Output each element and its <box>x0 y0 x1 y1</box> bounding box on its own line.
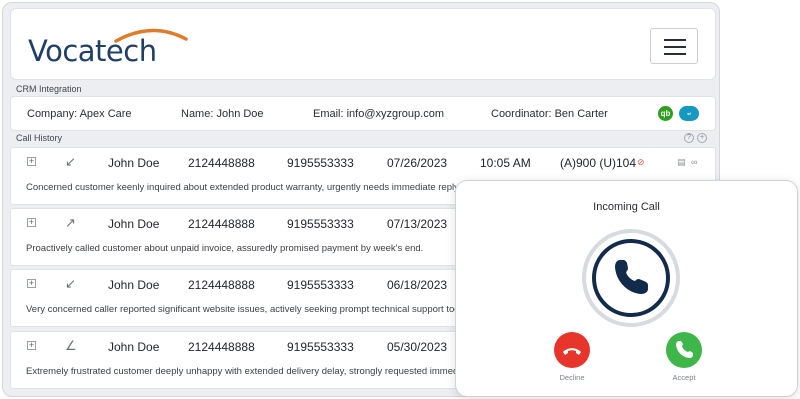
salesforce-icon[interactable]: sf <box>679 106 699 121</box>
crm-company: Company: Apex Care <box>27 108 132 120</box>
call-contact-name: John Doe <box>108 156 160 170</box>
expand-icon[interactable]: + <box>27 341 36 350</box>
expand-icon[interactable]: + <box>27 279 36 288</box>
decline-call-button[interactable] <box>554 332 590 368</box>
vocatech-logo[interactable]: Vocatech <box>28 27 198 71</box>
link-icon[interactable]: ∞ <box>691 157 697 167</box>
expand-icon[interactable]: + <box>27 157 36 166</box>
top-navbar: Vocatech <box>10 8 716 80</box>
expand-icon[interactable]: + <box>27 218 36 227</box>
call-to-number: 9195553333 <box>287 217 354 231</box>
accept-call-button[interactable] <box>666 332 702 368</box>
crm-section-label: CRM Integration <box>16 84 82 94</box>
decline-label: Decline <box>559 373 585 382</box>
call-note: Proactively called customer about unpaid… <box>26 243 424 254</box>
incoming-call-title: Incoming Call <box>593 201 660 213</box>
call-date: 07/13/2023 <box>387 217 448 231</box>
accept-label: Accept <box>672 373 696 382</box>
hamburger-menu-icon[interactable] <box>650 28 698 64</box>
call-to-number: 9195553333 <box>287 156 354 170</box>
crm-name: Name: John Doe <box>181 108 264 120</box>
call-extension: (A)900 (U)104 <box>560 156 637 170</box>
call-note: Concerned customer keenly inquired about… <box>26 182 461 193</box>
add-icon[interactable]: + <box>697 133 707 143</box>
call-to-number: 9195553333 <box>287 340 354 354</box>
crm-email[interactable]: Email: info@xyzgroup.com <box>313 108 444 120</box>
phone-icon <box>592 239 670 317</box>
crm-coordinator: Coordinator: Ben Carter <box>491 108 608 120</box>
call-contact-name: John Doe <box>108 278 160 292</box>
call-from-number: 2124448888 <box>188 278 255 292</box>
incoming-call-arrow-icon: ↙ <box>65 276 76 291</box>
call-from-number: 2124448888 <box>188 340 255 354</box>
accept-phone-icon <box>676 341 693 358</box>
quickbooks-icon[interactable]: qb <box>658 106 673 121</box>
call-date: 07/26/2023 <box>387 156 448 170</box>
call-history-section-label: Call History <box>16 133 63 143</box>
call-contact-name: John Doe <box>108 217 160 231</box>
outgoing-call-arrow-icon: ↗ <box>65 215 76 230</box>
caller-ring <box>582 229 680 327</box>
blocked-icon[interactable]: ⊘ <box>637 157 645 168</box>
call-note: Extremely frustrated customer deeply unh… <box>26 366 506 377</box>
call-from-number: 2124448888 <box>188 156 255 170</box>
incoming-call-arrow-icon: ↙ <box>65 154 76 169</box>
call-from-number: 2124448888 <box>188 217 255 231</box>
call-date: 05/30/2023 <box>387 340 448 354</box>
call-contact-name: John Doe <box>108 340 160 354</box>
incoming-call-modal: Incoming Call Decline Accept <box>455 180 798 397</box>
call-note: Very concerned caller reported significa… <box>26 304 472 315</box>
hang-up-icon <box>563 348 581 355</box>
missed-call-arrow-icon: ∠ <box>65 338 77 353</box>
help-icon[interactable]: ? <box>684 133 694 143</box>
call-to-number: 9195553333 <box>287 278 354 292</box>
call-history-header-icons: ? + <box>684 133 707 143</box>
call-time: 10:05 AM <box>480 156 531 170</box>
logo-text: Vocatech <box>28 34 157 68</box>
document-icon[interactable]: ▤ <box>677 157 686 168</box>
call-date: 06/18/2023 <box>387 278 448 292</box>
crm-info-bar: Company: Apex Care Name: John Doe Email:… <box>10 96 716 131</box>
